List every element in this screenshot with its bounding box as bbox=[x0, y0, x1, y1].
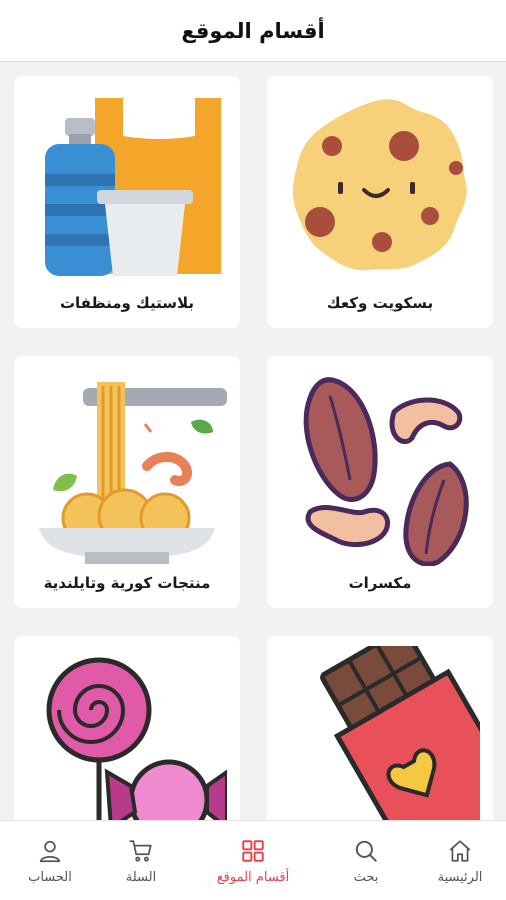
nav-item-search[interactable]: بحث bbox=[316, 821, 416, 900]
page-title: أقسام الموقع bbox=[181, 18, 325, 43]
user-icon bbox=[39, 840, 61, 862]
category-label: بسكويت وكعك bbox=[326, 294, 434, 312]
nuts-icon bbox=[303, 377, 469, 566]
cart-icon bbox=[129, 839, 152, 862]
category-label: بلاستيك ومنظفات bbox=[59, 294, 195, 312]
category-card-chocolate[interactable] bbox=[267, 636, 493, 820]
cookie-icon bbox=[292, 99, 467, 271]
nav-item-cart[interactable]: السلة bbox=[91, 821, 191, 900]
nav-item-categories[interactable]: أقسام الموقع bbox=[203, 821, 303, 900]
categories-grid: بسكويت وكعك بلاستيك ومنظفات مكسرات منتجا… bbox=[0, 62, 506, 820]
chocolate-bar-icon bbox=[320, 646, 480, 820]
category-card-nuts[interactable]: مكسرات bbox=[267, 356, 493, 608]
noodles-icon bbox=[39, 382, 227, 564]
nav-label-account: الحساب bbox=[28, 869, 72, 885]
category-card-biscuits[interactable]: بسكويت وكعك bbox=[267, 76, 493, 328]
home-icon bbox=[449, 839, 471, 862]
plastic-cleaners-icon bbox=[45, 98, 221, 276]
category-card-candy[interactable] bbox=[14, 636, 240, 820]
category-label: منتجات كورية وتايلندية bbox=[43, 574, 211, 592]
app-header: أقسام الموقع bbox=[0, 0, 506, 62]
category-label: مكسرات bbox=[348, 574, 412, 592]
grid-icon bbox=[242, 839, 264, 862]
nav-label-cart: السلة bbox=[125, 869, 157, 885]
nav-label-categories: أقسام الموقع bbox=[216, 869, 290, 885]
candy-icon bbox=[46, 657, 227, 820]
nav-item-home[interactable]: الرئيسية bbox=[410, 821, 506, 900]
category-card-plastic-cleaners[interactable]: بلاستيك ومنظفات bbox=[14, 76, 240, 328]
nav-item-account[interactable]: الحساب bbox=[0, 821, 100, 900]
category-card-korean-thai[interactable]: منتجات كورية وتايلندية bbox=[14, 356, 240, 608]
nav-label-search: بحث bbox=[353, 869, 379, 885]
bottom-navigation: الرئيسية بحث أقسام الموقع السلة الحساب bbox=[0, 820, 506, 900]
search-icon bbox=[355, 840, 377, 862]
nav-label-home: الرئيسية bbox=[437, 869, 483, 885]
